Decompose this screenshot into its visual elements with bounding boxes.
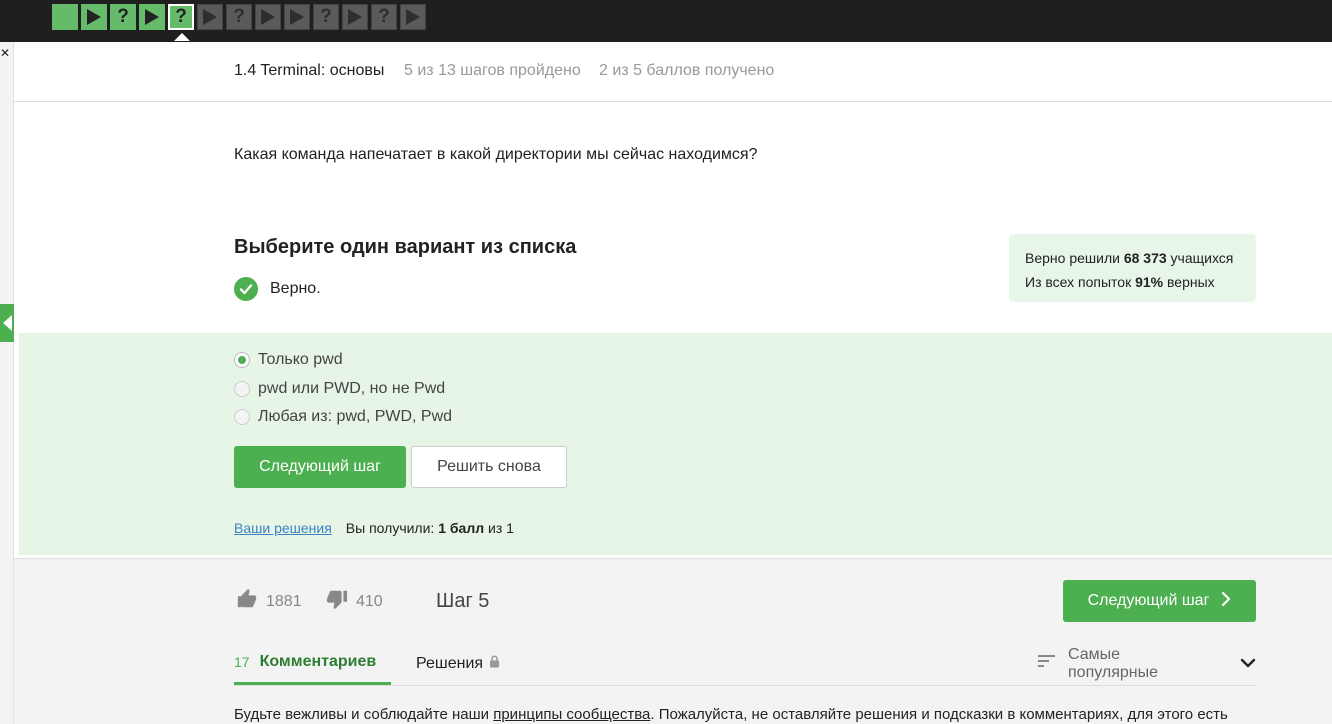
option-1[interactable]: pwd или PWD, но не Pwd [234, 380, 445, 398]
next-step-button[interactable]: Следующий шаг [234, 446, 406, 488]
step-4[interactable] [139, 4, 165, 30]
correct-text: Верно. [270, 280, 321, 297]
discussion-tabs: 17 Комментариев Решения Самые популярные [234, 642, 1256, 686]
play-icon [348, 9, 362, 25]
play-icon [290, 9, 304, 25]
stats-solved: Верно решили 68 373 учащихся [1025, 250, 1234, 266]
like-button[interactable]: 1881 [236, 588, 302, 615]
step-13[interactable] [400, 4, 426, 30]
lesson-progress: 5 из 13 шагов пройдено [404, 62, 581, 79]
step-label: Шаг 5 [436, 590, 490, 612]
comments-count: 17 [234, 654, 250, 670]
play-icon [406, 9, 420, 25]
lesson-title[interactable]: 1.4 Terminal: основы [234, 62, 384, 80]
question-icon: ? [378, 6, 390, 27]
likes-count: 1881 [266, 592, 302, 610]
play-icon [203, 9, 217, 25]
dislikes-count: 410 [356, 592, 383, 610]
lock-icon [489, 655, 500, 673]
your-solutions-link[interactable]: Ваши решения [234, 520, 332, 536]
step-5[interactable]: ? [168, 4, 194, 41]
step-8[interactable] [255, 4, 281, 30]
dislike-button[interactable]: 410 [326, 588, 383, 615]
thumbs-down-icon [326, 588, 348, 615]
option-label: Любая из: pwd, PWD, Pwd [258, 408, 453, 425]
current-step-indicator [174, 33, 190, 41]
option-label: pwd или PWD, но не Pwd [258, 380, 446, 397]
choose-title: Выберите один вариант из списка [234, 236, 577, 258]
tab-comments-label: Комментариев [259, 653, 377, 670]
stats-attempts: Из всех попыток 91% верных [1025, 274, 1215, 290]
radio-button[interactable] [234, 381, 250, 397]
step-9[interactable] [284, 4, 310, 30]
next-step-footer-label: Следующий шаг [1087, 592, 1210, 609]
chevron-right-icon [1221, 591, 1231, 612]
collapse-sidebar-button[interactable] [0, 304, 14, 342]
question-icon: ? [117, 6, 129, 27]
chevron-down-icon[interactable] [1240, 655, 1256, 673]
left-sidebar-strip [0, 42, 14, 724]
step-10[interactable]: ? [313, 4, 339, 30]
community-guidelines-link[interactable]: принципы сообщества [493, 706, 650, 723]
step-3[interactable]: ? [110, 4, 136, 30]
thumbs-up-icon [236, 588, 258, 615]
community-notice: Будьте вежливы и соблюдайте наши принцип… [234, 706, 1228, 723]
step-11[interactable] [342, 4, 368, 30]
step-progress-bar: ????? [52, 4, 426, 41]
correct-feedback: Верно. [234, 277, 321, 301]
close-icon[interactable]: ✕ [0, 46, 10, 60]
lesson-score: 2 из 5 баллов получено [599, 62, 775, 79]
step-7[interactable]: ? [226, 4, 252, 30]
answer-panel [19, 333, 1332, 555]
option-2[interactable]: Любая из: pwd, PWD, Pwd [234, 408, 452, 426]
step-6[interactable] [197, 4, 223, 30]
stats-box: Верно решили 68 373 учащихся Из всех поп… [1009, 234, 1256, 302]
top-navigation-bar: ????? [0, 0, 1332, 42]
tab-solutions[interactable]: Решения [416, 642, 500, 685]
tab-solutions-label: Решения [416, 654, 484, 672]
step-12[interactable]: ? [371, 4, 397, 30]
option-0[interactable]: Только pwd [234, 351, 343, 369]
question-icon: ? [233, 6, 245, 27]
step-2[interactable] [81, 4, 107, 30]
step-1[interactable] [52, 4, 78, 30]
solutions-row: Ваши решения Вы получили: 1 балл из 1 [234, 520, 514, 536]
sort-dropdown[interactable]: Самые популярные [1038, 642, 1256, 685]
next-step-footer-button[interactable]: Следующий шаг [1063, 580, 1256, 622]
check-icon [234, 277, 258, 301]
play-icon [145, 9, 159, 25]
lesson-header: 1.4 Terminal: основы 5 из 13 шагов пройд… [14, 42, 1332, 102]
play-icon [87, 9, 101, 25]
question-icon: ? [320, 6, 332, 27]
sort-label: Самые популярные [1068, 645, 1159, 681]
option-label: Только pwd [258, 351, 343, 368]
question-icon: ? [175, 6, 187, 27]
sort-icon [1038, 654, 1056, 673]
score-received: Вы получили: 1 балл из 1 [345, 520, 514, 536]
question-text: Какая команда напечатает в какой директо… [234, 146, 758, 163]
tab-comments[interactable]: 17 Комментариев [234, 642, 391, 685]
play-icon [261, 9, 275, 25]
retry-button[interactable]: Решить снова [411, 446, 567, 488]
radio-button[interactable] [234, 409, 250, 425]
radio-button[interactable] [234, 352, 250, 368]
